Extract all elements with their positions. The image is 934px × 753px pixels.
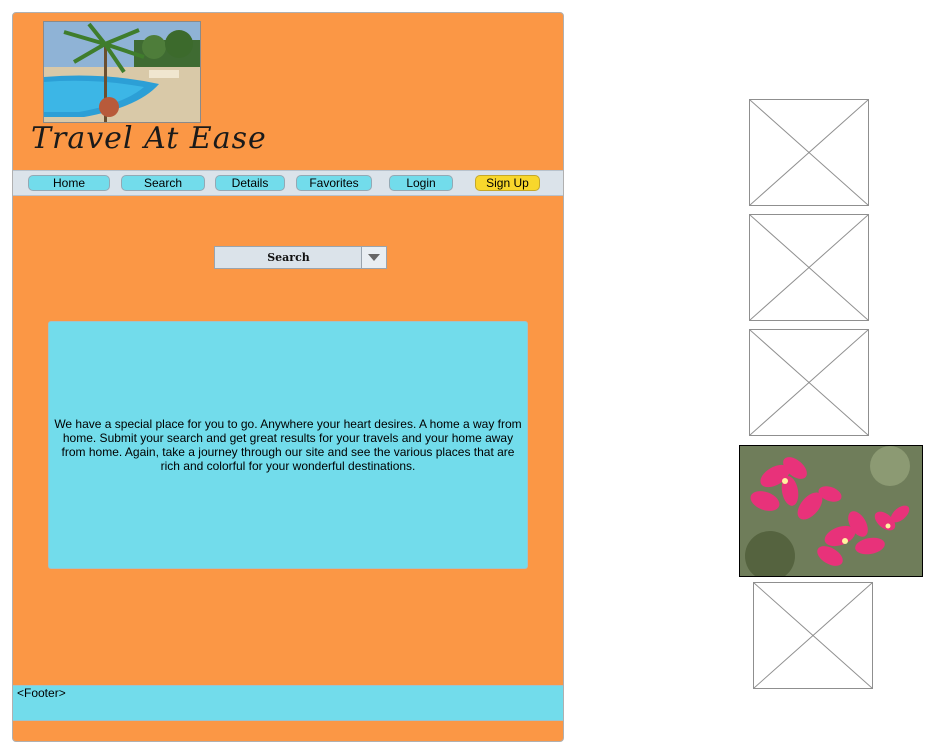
search-dropdown-value: Search <box>267 251 310 264</box>
page-container: Travel At Ease Home Search Details Favor… <box>12 12 564 742</box>
nav-search-button[interactable]: Search <box>121 175 205 191</box>
image-placeholder-icon <box>749 99 869 206</box>
chevron-down-icon <box>368 254 380 261</box>
image-placeholder-icon <box>753 582 873 689</box>
flower-image <box>739 445 923 577</box>
dropdown-toggle[interactable] <box>361 247 386 268</box>
nav-bar: Home Search Details Favorites Login Sign… <box>13 170 563 196</box>
nav-favorites-button[interactable]: Favorites <box>296 175 372 191</box>
intro-text: We have a special place for you to go. A… <box>54 417 522 473</box>
site-title: Travel At Ease <box>31 121 267 156</box>
intro-panel: We have a special place for you to go. A… <box>48 321 528 569</box>
search-dropdown[interactable]: Search <box>214 246 387 269</box>
nav-login-button[interactable]: Login <box>389 175 453 191</box>
footer-label: <Footer> <box>17 686 66 700</box>
image-placeholder-icon <box>749 329 869 436</box>
nav-details-button[interactable]: Details <box>215 175 285 191</box>
footer: <Footer> <box>13 685 563 721</box>
image-placeholder-icon <box>749 214 869 321</box>
nav-home-button[interactable]: Home <box>28 175 110 191</box>
nav-signup-button[interactable]: Sign Up <box>475 175 540 191</box>
hero-image <box>43 21 201 123</box>
